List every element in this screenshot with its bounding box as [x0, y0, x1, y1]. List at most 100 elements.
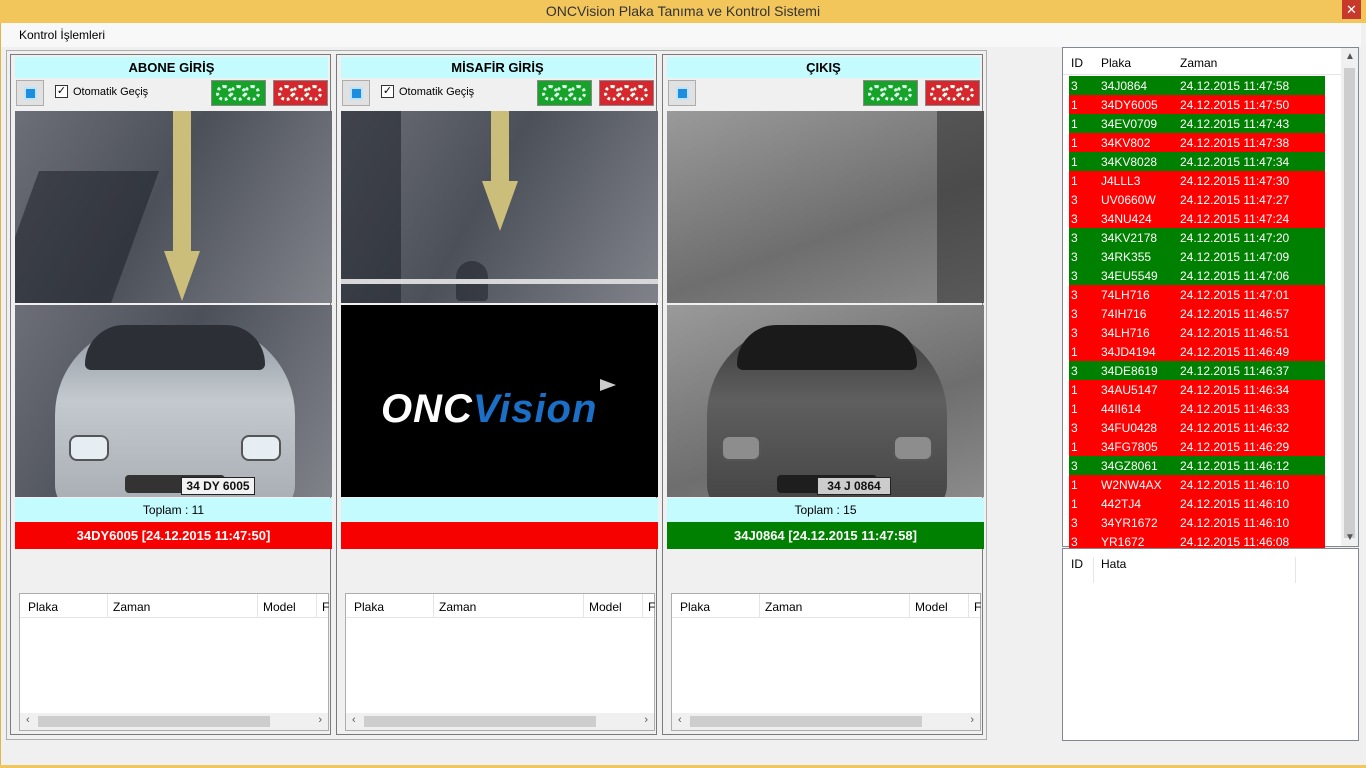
- panel-abone-giris: ABONE GİRİŞ ✓ Otomatik Geçiş 34 DY 6005 …: [10, 54, 332, 735]
- cell-plaka: 34GZ8061: [1101, 459, 1158, 473]
- stop-icon: [24, 87, 37, 100]
- overview-camera-view: [667, 111, 984, 303]
- close-button[interactable]: ✕: [1342, 0, 1361, 19]
- cell-zaman: 24.12.2015 11:47:20: [1180, 231, 1290, 245]
- col-f[interactable]: F: [322, 600, 329, 614]
- open-gate-button[interactable]: [211, 80, 266, 106]
- table-row[interactable]: 3 34GZ8061 24.12.2015 11:46:12: [1069, 456, 1325, 475]
- col-id[interactable]: ID: [1071, 557, 1083, 571]
- table-row[interactable]: 3 34KV2178 24.12.2015 11:47:20: [1069, 228, 1325, 247]
- table-row[interactable]: 1 34KV8028 24.12.2015 11:47:34: [1069, 152, 1325, 171]
- table-row[interactable]: 1 34FG7805 24.12.2015 11:46:29: [1069, 437, 1325, 456]
- table-row[interactable]: 3 34RK355 24.12.2015 11:47:09: [1069, 247, 1325, 266]
- table-row[interactable]: 3 34EU5549 24.12.2015 11:47:06: [1069, 266, 1325, 285]
- stop-icon: [676, 87, 689, 100]
- scroll-left-icon[interactable]: ‹: [26, 714, 30, 726]
- cell-plaka: 34YR1672: [1101, 516, 1158, 530]
- table-row[interactable]: 3 74LH716 24.12.2015 11:47:01: [1069, 285, 1325, 304]
- col-zaman[interactable]: Zaman: [439, 600, 476, 614]
- table-row[interactable]: 3 34YR1672 24.12.2015 11:46:10: [1069, 513, 1325, 532]
- stop-button[interactable]: [342, 80, 370, 106]
- table-row[interactable]: 3 74IH716 24.12.2015 11:46:57: [1069, 304, 1325, 323]
- table-row[interactable]: 1 44II614 24.12.2015 11:46:33: [1069, 399, 1325, 418]
- scroll-thumb[interactable]: [1344, 68, 1355, 538]
- table-row[interactable]: 3 UV0660W 24.12.2015 11:47:27: [1069, 190, 1325, 209]
- stop-icon: [350, 87, 363, 100]
- close-gate-button[interactable]: [273, 80, 328, 106]
- auto-pass-checkbox[interactable]: ✓: [381, 85, 394, 98]
- close-gate-button[interactable]: [599, 80, 654, 106]
- scroll-thumb[interactable]: [690, 716, 922, 727]
- scroll-thumb[interactable]: [38, 716, 270, 727]
- gear-icon: [306, 85, 322, 101]
- table-row[interactable]: 3 34NU424 24.12.2015 11:47:24: [1069, 209, 1325, 228]
- table-row[interactable]: 1 34AU5147 24.12.2015 11:46:34: [1069, 380, 1325, 399]
- table-row[interactable]: 1 W2NW4AX 24.12.2015 11:46:10: [1069, 475, 1325, 494]
- vertical-scrollbar[interactable]: ▲ ▼: [1341, 48, 1358, 546]
- col-plaka[interactable]: Plaka: [28, 600, 58, 614]
- passage-list: Plaka Zaman Model F ‹ ›: [19, 593, 329, 731]
- scroll-left-icon[interactable]: ‹: [678, 714, 682, 726]
- horizontal-scrollbar[interactable]: ‹ ›: [20, 713, 328, 730]
- cell-plaka: 34DY6005: [1101, 98, 1158, 112]
- scroll-right-icon[interactable]: ›: [644, 714, 648, 726]
- gear-icon: [244, 85, 260, 101]
- table-row[interactable]: 1 34KV802 24.12.2015 11:47:38: [1069, 133, 1325, 152]
- col-f[interactable]: F: [974, 600, 981, 614]
- cell-plaka: W2NW4AX: [1101, 478, 1162, 492]
- col-model[interactable]: Model: [589, 600, 622, 614]
- col-zaman[interactable]: Zaman: [1180, 56, 1217, 70]
- cell-plaka: 34KV8028: [1101, 155, 1158, 169]
- total-count: Toplam : 11: [15, 498, 332, 522]
- col-plaka[interactable]: Plaka: [354, 600, 384, 614]
- cell-zaman: 24.12.2015 11:46:49: [1180, 345, 1290, 359]
- col-model[interactable]: Model: [915, 600, 948, 614]
- scroll-right-icon[interactable]: ›: [318, 714, 322, 726]
- table-row[interactable]: 1 J4LLL3 24.12.2015 11:47:30: [1069, 171, 1325, 190]
- table-row[interactable]: 1 442TJ4 24.12.2015 11:46:10: [1069, 494, 1325, 513]
- col-f[interactable]: F: [648, 600, 655, 614]
- scroll-up-icon[interactable]: ▲: [1345, 51, 1355, 62]
- scroll-down-icon[interactable]: ▼: [1345, 532, 1355, 543]
- horizontal-scrollbar[interactable]: ‹ ›: [672, 713, 980, 730]
- col-plaka[interactable]: Plaka: [680, 600, 710, 614]
- scroll-right-icon[interactable]: ›: [970, 714, 974, 726]
- col-zaman[interactable]: Zaman: [765, 600, 802, 614]
- cell-id: 1: [1071, 117, 1078, 131]
- col-id[interactable]: ID: [1071, 56, 1083, 70]
- table-row[interactable]: 1 34DY6005 24.12.2015 11:47:50: [1069, 95, 1325, 114]
- col-plaka[interactable]: Plaka: [1101, 56, 1131, 70]
- menu-kontrol-islemleri[interactable]: Kontrol İşlemleri: [19, 28, 105, 42]
- auto-pass-checkbox[interactable]: ✓: [55, 85, 68, 98]
- gear-icon: [570, 85, 586, 101]
- passage-list: Plaka Zaman Model F ‹ ›: [671, 593, 981, 731]
- cell-zaman: 24.12.2015 11:47:09: [1180, 250, 1290, 264]
- table-row[interactable]: 3 34FU0428 24.12.2015 11:46:32: [1069, 418, 1325, 437]
- auto-pass-label: Otomatik Geçiş: [73, 86, 149, 98]
- cell-plaka: 44II614: [1101, 402, 1142, 416]
- table-row[interactable]: 1 34JD4194 24.12.2015 11:46:49: [1069, 342, 1325, 361]
- table-row[interactable]: 3 34DE8619 24.12.2015 11:46:37: [1069, 361, 1325, 380]
- scroll-left-icon[interactable]: ‹: [352, 714, 356, 726]
- scroll-thumb[interactable]: [364, 716, 596, 727]
- table-row[interactable]: 3 34J0864 24.12.2015 11:47:58: [1069, 76, 1325, 95]
- horizontal-scrollbar[interactable]: ‹ ›: [346, 713, 654, 730]
- col-model[interactable]: Model: [263, 600, 296, 614]
- last-plate-status: 34DY6005 [24.12.2015 11:47:50]: [15, 522, 332, 549]
- table-row[interactable]: 1 34EV0709 24.12.2015 11:47:43: [1069, 114, 1325, 133]
- cell-zaman: 24.12.2015 11:46:37: [1180, 364, 1290, 378]
- open-gate-button[interactable]: [863, 80, 918, 106]
- open-gate-button[interactable]: [537, 80, 592, 106]
- close-gate-button[interactable]: [925, 80, 980, 106]
- cell-id: 1: [1071, 440, 1078, 454]
- stop-button[interactable]: [16, 80, 44, 106]
- cell-plaka: 34J0864: [1101, 79, 1148, 93]
- cell-zaman: 24.12.2015 11:46:57: [1180, 307, 1290, 321]
- panel-misafir-giris: MİSAFİR GİRİŞ ✓ Otomatik Geçiş ONCVision…: [336, 54, 658, 735]
- col-hata[interactable]: Hata: [1101, 557, 1126, 571]
- col-zaman[interactable]: Zaman: [113, 600, 150, 614]
- cell-id: 1: [1071, 136, 1078, 150]
- cell-zaman: 24.12.2015 11:47:27: [1180, 193, 1290, 207]
- stop-button[interactable]: [668, 80, 696, 106]
- table-row[interactable]: 3 34LH716 24.12.2015 11:46:51: [1069, 323, 1325, 342]
